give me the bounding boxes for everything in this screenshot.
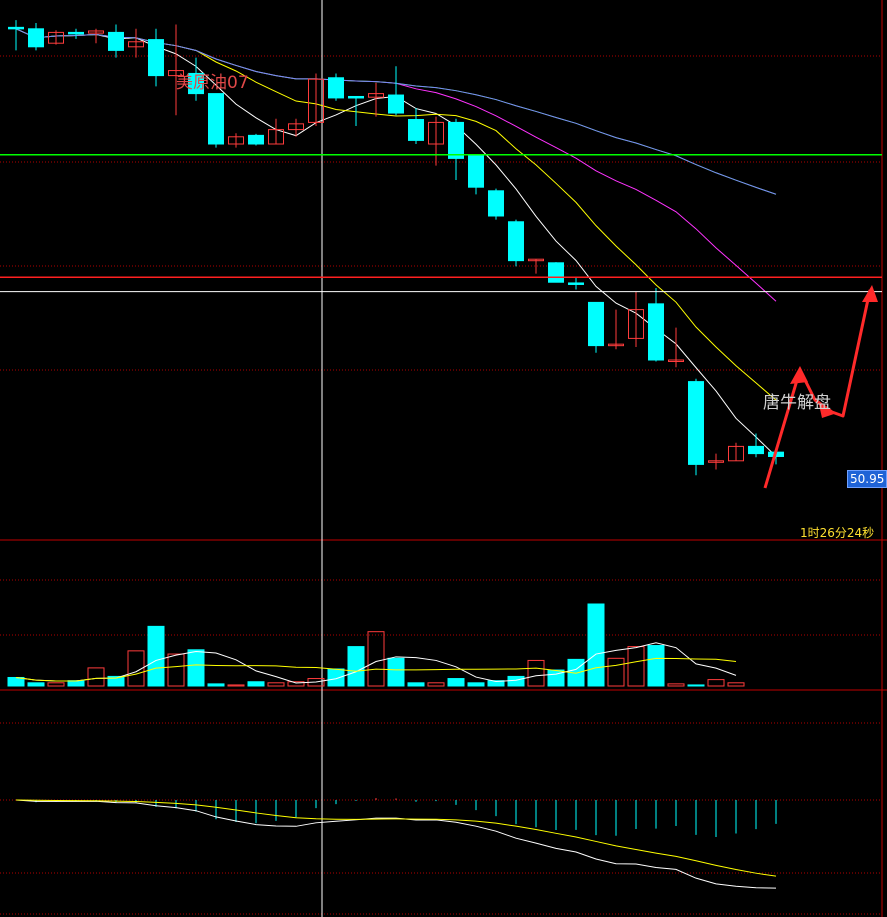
- last-price-label: 50.95: [847, 470, 887, 488]
- volume-bar: [407, 682, 425, 687]
- volume-bar: [247, 681, 265, 687]
- candle-down: [248, 134, 264, 145]
- volume-bar: [267, 682, 285, 687]
- candle-down: [28, 28, 44, 48]
- annotation-arrows: [763, 285, 878, 489]
- volume-bar: [207, 683, 225, 687]
- volume-bar: [147, 625, 165, 687]
- arrow-head: [862, 285, 878, 302]
- candlesticks: [8, 20, 784, 476]
- macd-panel: [15, 798, 777, 889]
- volume-bar: [327, 668, 345, 687]
- volume-bar: [347, 646, 365, 687]
- volume-bar: [627, 646, 645, 687]
- candle-down: [148, 39, 164, 77]
- volume-bar: [367, 631, 385, 687]
- candle-down: [328, 77, 344, 99]
- macd-dif-line: [15, 799, 777, 889]
- volume-bar: [387, 657, 405, 687]
- candle-down: [488, 190, 504, 217]
- volume-bar: [67, 680, 85, 687]
- price-chart: [0, 0, 887, 917]
- candle-down: [748, 445, 764, 455]
- macd-dea-line: [15, 799, 777, 877]
- volume-bar: [227, 684, 245, 687]
- candle-down: [688, 381, 704, 465]
- candle-down: [348, 95, 364, 99]
- volume-bar: [87, 667, 105, 687]
- volume-bar: [727, 682, 745, 687]
- candle-down: [448, 121, 464, 159]
- candle-down: [548, 262, 564, 283]
- candle-down: [108, 31, 124, 51]
- countdown-timer: 1时26分24秒: [800, 526, 875, 540]
- candle-down: [8, 26, 24, 30]
- candle-down: [468, 154, 484, 188]
- volume-bar: [707, 679, 725, 687]
- volume-bar: [187, 649, 205, 687]
- volume-bar: [447, 678, 465, 687]
- volume-bar: [427, 682, 445, 687]
- volume-bars: [7, 603, 745, 687]
- candle-down: [648, 303, 664, 361]
- volume-bar: [647, 645, 665, 687]
- chart-title: 美原油07: [176, 73, 249, 93]
- reference-lines: [0, 154, 882, 293]
- volume-bar: [667, 683, 685, 687]
- candle-down: [388, 94, 404, 114]
- volume-bar: [527, 659, 545, 687]
- watermark-text: 唐牛解盘: [763, 393, 831, 413]
- volume-bar: [687, 684, 705, 687]
- volume-bar: [607, 657, 625, 687]
- candle-down: [208, 93, 224, 145]
- volume-bar: [467, 682, 485, 687]
- volume-bar: [167, 653, 185, 687]
- volume-bar: [47, 682, 65, 687]
- volume-bar: [27, 682, 45, 687]
- candle-down: [408, 119, 424, 141]
- arrow-head: [790, 366, 808, 384]
- volume-bar: [507, 675, 525, 687]
- candle-down: [588, 301, 604, 347]
- candle-down: [568, 282, 584, 285]
- candle-down: [68, 31, 84, 35]
- candle-down: [508, 221, 524, 262]
- volume-bar: [7, 676, 25, 687]
- volume-bar: [587, 603, 605, 687]
